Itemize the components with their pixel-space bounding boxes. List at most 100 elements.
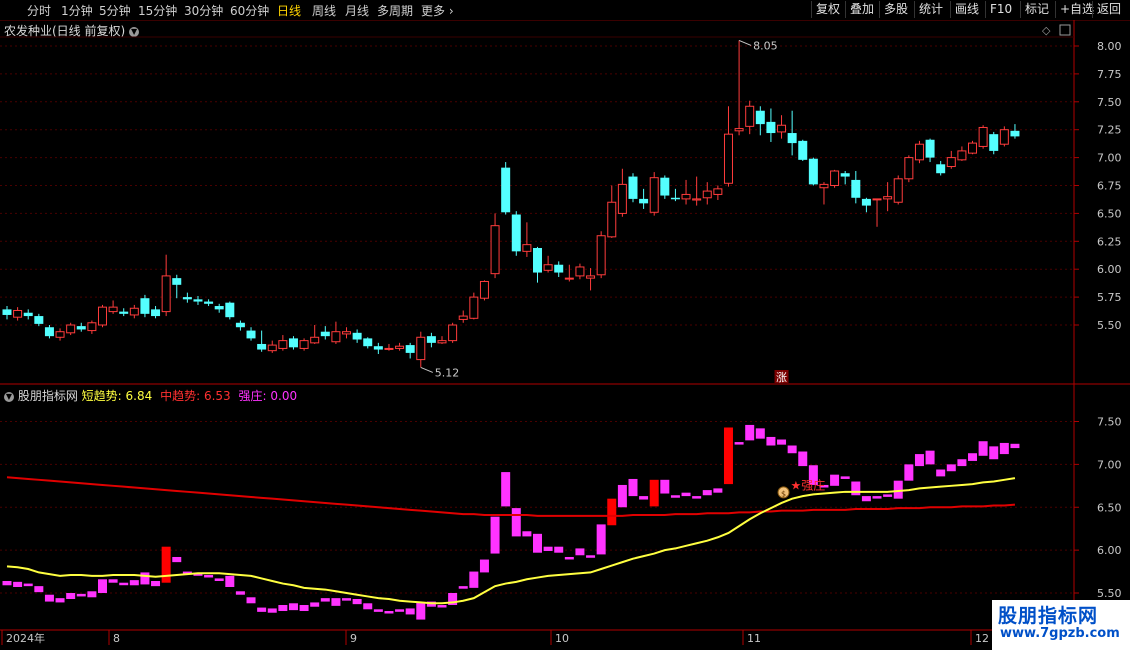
candle-body — [66, 324, 76, 334]
indicator-bar — [151, 580, 161, 587]
candle-body — [490, 225, 500, 275]
candle-body — [373, 346, 383, 350]
indicator-bar — [872, 496, 882, 499]
candle-body — [140, 298, 150, 314]
candle-body — [946, 157, 956, 168]
candle — [936, 160, 946, 176]
candle — [554, 261, 564, 278]
candle-body — [734, 128, 744, 132]
candle — [66, 322, 76, 336]
candle-body — [999, 129, 1009, 145]
x-tick-label: 2024年 — [6, 631, 45, 645]
chart-labels: 8.00 7.75 7.50 7.25 7.00 6.75 6.50 6.25 6.00 5.75… — [6, 24, 1122, 645]
indicator-bar — [946, 464, 956, 472]
candle-body — [76, 326, 86, 330]
candle-body — [55, 331, 65, 338]
candle-body — [469, 296, 479, 319]
kline-chart[interactable]: 8.00 7.75 7.50 7.25 7.00 6.75 6.50 6.25 6.00 5.75… — [0, 0, 1130, 650]
candle-body — [119, 311, 129, 314]
candle-body — [34, 316, 44, 324]
indicator-bar — [479, 559, 489, 573]
indicator-bar — [395, 609, 405, 612]
indicator-bar — [978, 441, 988, 456]
candle-body — [437, 340, 447, 344]
candle-body — [883, 196, 893, 200]
indicator-bar — [310, 602, 320, 607]
candle — [501, 162, 511, 215]
candle — [151, 306, 161, 319]
candle-body — [702, 190, 712, 199]
candle-body — [384, 347, 394, 350]
x-tick-label: 8 — [113, 632, 120, 645]
low-marker-label: 5.12 — [435, 366, 460, 379]
low-marker-arrow — [420, 366, 433, 373]
indicator-bar — [331, 598, 341, 606]
indicator-bar — [257, 607, 267, 612]
y-tick-label: 5.50 — [1097, 587, 1122, 600]
candle — [172, 274, 182, 299]
indicator-bar — [925, 450, 935, 465]
indicator-bar — [936, 469, 946, 477]
candle-body — [596, 235, 606, 276]
candle-body — [267, 344, 277, 352]
indicator-bar — [533, 533, 542, 553]
candle-body — [13, 309, 23, 318]
candle — [246, 327, 256, 341]
candle — [288, 336, 298, 350]
y-tick-label: 6.50 — [1097, 501, 1122, 514]
candle — [808, 157, 818, 186]
candle — [989, 131, 999, 155]
candle-body — [331, 331, 341, 343]
indicator-bar — [373, 609, 383, 612]
candle — [766, 108, 776, 142]
indicator-bar — [288, 603, 298, 611]
candle-body — [639, 198, 649, 204]
candle-body — [936, 164, 946, 174]
candle-body — [851, 179, 861, 198]
candle-body — [416, 336, 426, 361]
indicator-bar — [670, 495, 680, 498]
candle-body — [352, 332, 362, 340]
candle — [13, 307, 23, 321]
y-tick-label: 6.00 — [1097, 263, 1122, 276]
candle — [819, 182, 829, 205]
candle-body — [554, 264, 564, 273]
candle-body — [968, 142, 978, 154]
candle-body — [108, 306, 118, 313]
indicator-bar — [883, 494, 893, 497]
indicator-bar — [798, 451, 808, 467]
indicator-bars — [2, 424, 1020, 620]
indicator-bar — [840, 476, 850, 479]
candle — [681, 179, 691, 205]
candle — [384, 343, 394, 351]
candle-body — [129, 307, 139, 316]
candle — [628, 173, 638, 203]
candle-body — [777, 124, 787, 133]
candle — [257, 330, 267, 352]
y-tick-label: 8.00 — [1097, 40, 1122, 53]
indicator-bar — [787, 445, 797, 454]
candle-body — [914, 143, 924, 161]
indicator-bar — [586, 555, 596, 558]
indicator-bar — [469, 571, 479, 588]
candle-body — [692, 198, 702, 201]
candle — [2, 306, 12, 320]
x-tick-label: 10 — [555, 632, 569, 645]
indicator-bar — [639, 496, 649, 500]
y-tick-label: 7.00 — [1097, 458, 1122, 471]
candle-body — [44, 327, 54, 337]
candle-body — [649, 177, 659, 213]
y-tick-label: 5.50 — [1097, 319, 1122, 332]
candle — [204, 299, 214, 307]
candle-body — [511, 214, 521, 252]
candle — [533, 246, 542, 283]
indicator-bar — [681, 492, 691, 497]
indicator-bar — [999, 442, 1009, 455]
candle-body — [448, 324, 458, 342]
candle — [639, 188, 649, 209]
candle — [978, 125, 988, 149]
candle-body — [172, 278, 182, 285]
high-marker-label: 8.05 — [753, 39, 778, 52]
candle-body — [830, 170, 840, 187]
candle — [957, 146, 967, 161]
